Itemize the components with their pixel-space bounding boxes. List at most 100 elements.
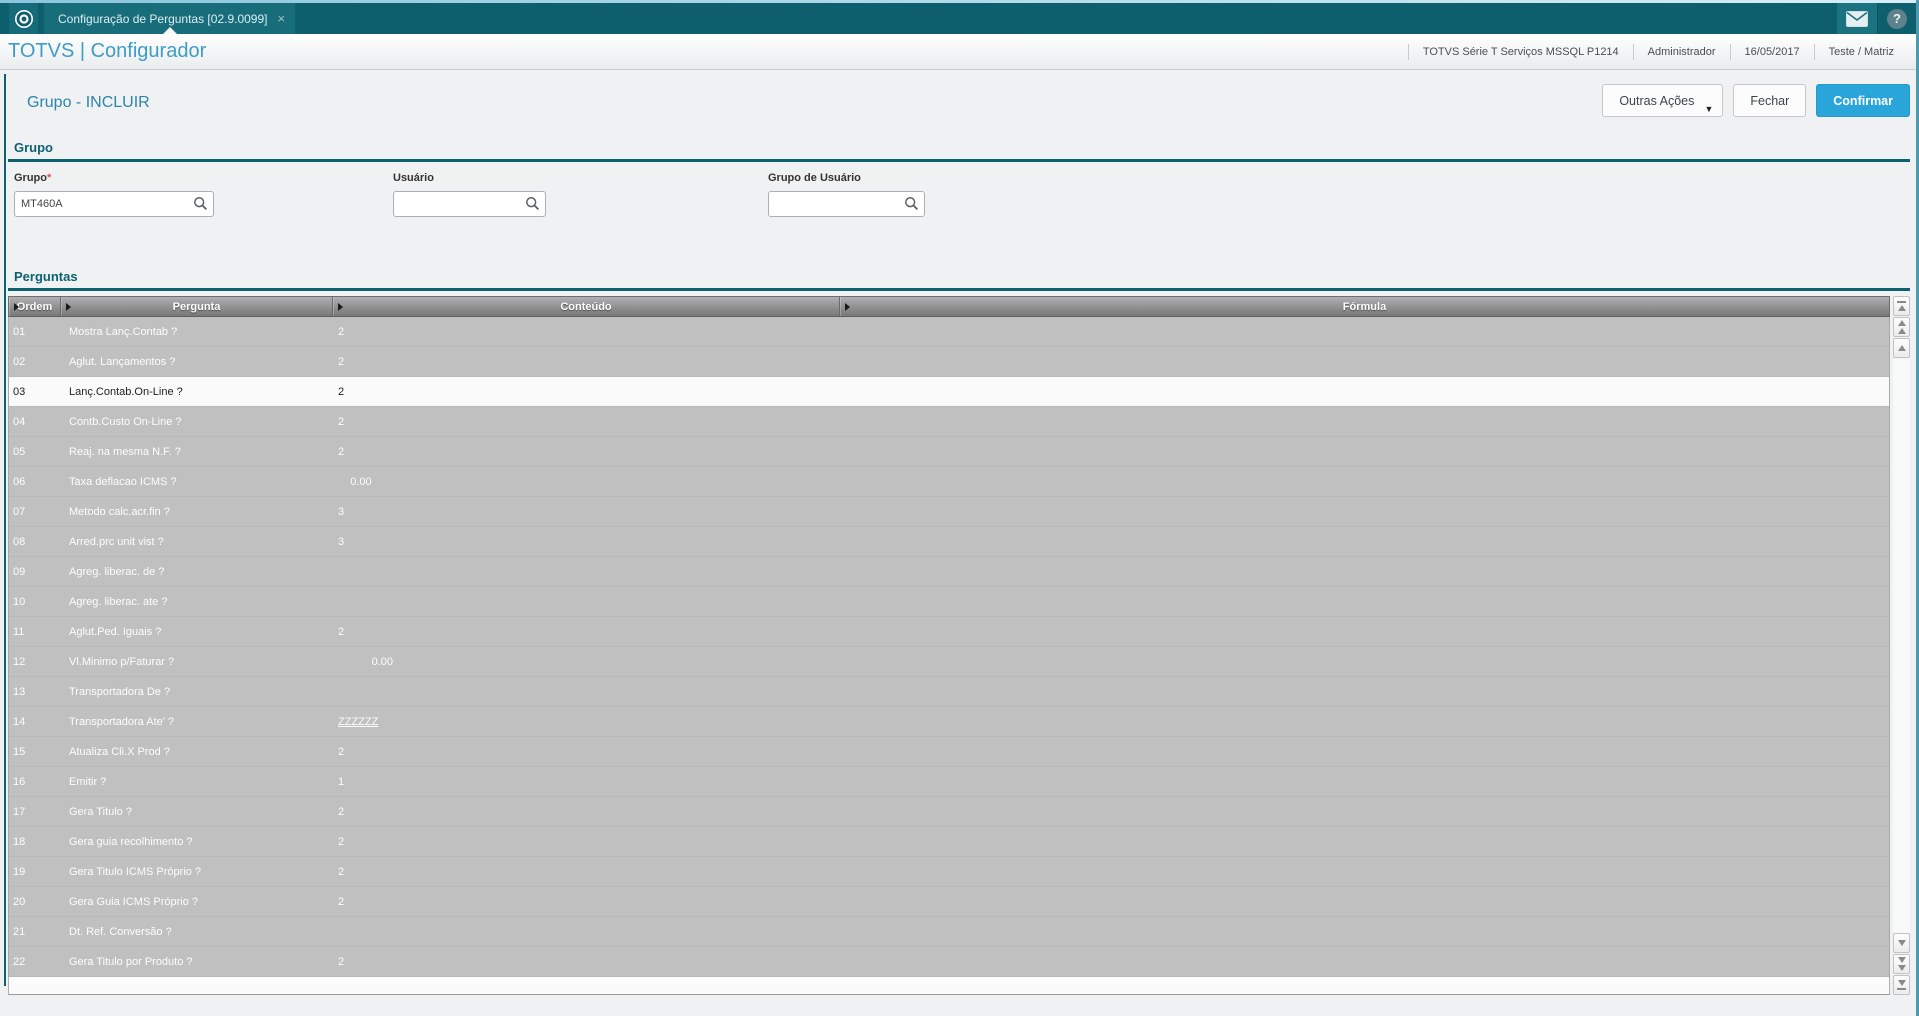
cell-conteudo: 0.00 <box>338 655 394 668</box>
caret-down-icon: ▼ <box>1704 104 1714 114</box>
help-icon: ? <box>1887 8 1907 29</box>
mail-button[interactable] <box>1837 3 1878 34</box>
cell-ordem: 06 <box>13 475 26 488</box>
cell-conteudo: ZZZZZZ <box>338 715 379 728</box>
grupo-usuario-input[interactable] <box>768 191 925 217</box>
cell-ordem: 13 <box>13 685 26 698</box>
table-row[interactable]: 08 Arred.prc unit vist ? 3 <box>9 527 1889 557</box>
column-arrow-icon <box>338 303 343 311</box>
cell-conteudo: 2 <box>338 805 345 818</box>
column-header-pergunta[interactable]: Pergunta <box>61 297 333 316</box>
table-row[interactable]: 07 Metodo calc.acr.fin ? 3 <box>9 497 1889 527</box>
scroll-top-icon <box>1897 301 1906 303</box>
environment-name: TOTVS Série T Serviços MSSQL P1214 <box>1407 43 1633 60</box>
field-usuario: Usuário <box>393 172 546 217</box>
table-row[interactable]: 22 Gera Titulo por Produto ? 2 <box>9 947 1889 977</box>
required-asterisk: * <box>47 172 52 184</box>
other-actions-button[interactable]: Outras Ações ▼ <box>1602 84 1724 117</box>
cell-ordem: 15 <box>13 745 26 758</box>
cell-ordem: 10 <box>13 595 26 608</box>
cell-ordem: 01 <box>13 325 26 338</box>
usuario-input[interactable] <box>393 191 546 217</box>
table-row[interactable]: 06 Taxa deflacao ICMS ? 0.00 <box>9 467 1889 497</box>
cell-formula <box>840 827 1889 856</box>
perguntas-section-legend: Perguntas <box>14 269 78 284</box>
table-row[interactable]: 01 Mostra Lanç.Contab ? 2 <box>9 317 1889 347</box>
table-row[interactable]: 09 Agreg. liberac. de ? <box>9 557 1889 587</box>
cell-ordem: 14 <box>13 715 26 728</box>
search-icon[interactable] <box>904 196 919 211</box>
help-button[interactable]: ? <box>1878 3 1916 34</box>
grupo-input[interactable] <box>14 191 214 217</box>
table-row[interactable]: 14 Transportadora Ate' ? ZZZZZZ <box>9 707 1889 737</box>
cell-ordem: 19 <box>13 865 26 878</box>
cell-ordem: 16 <box>13 775 26 788</box>
cell-formula <box>840 857 1889 886</box>
line-down-button[interactable] <box>1893 933 1910 953</box>
table-row[interactable]: 04 Contb.Custo On-Line ? 2 <box>9 407 1889 437</box>
perguntas-section-divider <box>8 288 1910 291</box>
cell-conteudo: 2 <box>338 385 345 398</box>
cell-conteudo: 2 <box>338 955 345 968</box>
cell-conteudo: 2 <box>338 415 345 428</box>
scrollbar-track[interactable] <box>1893 359 1910 933</box>
search-icon[interactable] <box>525 196 540 211</box>
scroll-bottom-icon <box>1897 980 1906 986</box>
cell-ordem: 07 <box>13 505 26 518</box>
column-header-conteudo[interactable]: Conteúdo <box>333 297 840 316</box>
cell-ordem: 20 <box>13 895 26 908</box>
table-row[interactable]: 16 Emitir ? 1 <box>9 767 1889 797</box>
cell-pergunta: Metodo calc.acr.fin ? <box>69 505 170 518</box>
table-row[interactable]: 20 Gera Guia ICMS Próprio ? 2 <box>9 887 1889 917</box>
page-up-button[interactable] <box>1893 317 1910 337</box>
table-row[interactable]: 03 Lanç.Contab.On-Line ? 2 <box>9 377 1889 407</box>
cell-formula <box>840 587 1889 616</box>
table-row[interactable]: 12 Vl.Minimo p/Faturar ? 0.00 <box>9 647 1889 677</box>
cell-formula <box>840 437 1889 466</box>
line-up-icon <box>1897 345 1906 351</box>
scroll-bottom-button[interactable] <box>1893 975 1910 995</box>
grid-header: Ordem Pergunta Conteúdo Fórmula <box>8 296 1890 317</box>
cell-pergunta: Mostra Lanç.Contab ? <box>69 325 178 338</box>
table-row[interactable]: 15 Atualiza Cli.X Prod ? 2 <box>9 737 1889 767</box>
field-grupo-label: Grupo* <box>14 172 52 184</box>
cell-formula <box>840 407 1889 436</box>
cell-formula <box>840 947 1889 976</box>
table-row[interactable]: 19 Gera Titulo ICMS Próprio ? 2 <box>9 857 1889 887</box>
table-row[interactable]: 17 Gera Titulo ? 2 <box>9 797 1889 827</box>
cell-conteudo: 2 <box>338 865 345 878</box>
cell-conteudo: 2 <box>338 835 345 848</box>
page-down-button[interactable] <box>1893 954 1910 974</box>
app-window: Configuração de Perguntas [02.9.0099] × … <box>0 0 1919 1016</box>
close-icon[interactable]: × <box>277 11 285 26</box>
content-area: Grupo - INCLUIR Outras Ações ▼ Fechar Co… <box>0 70 1916 1015</box>
cell-formula <box>840 737 1889 766</box>
cell-conteudo: 2 <box>338 745 345 758</box>
table-row[interactable]: 02 Aglut. Lançamentos ? 2 <box>9 347 1889 377</box>
column-header-ordem[interactable]: Ordem <box>9 297 61 316</box>
cell-conteudo <box>333 917 840 946</box>
cell-conteudo <box>333 587 840 616</box>
table-row[interactable]: 05 Reaj. na mesma N.F. ? 2 <box>9 437 1889 467</box>
cell-pergunta: Arred.prc unit vist ? <box>69 535 164 548</box>
column-header-formula[interactable]: Fórmula <box>840 297 1889 316</box>
cell-ordem: 11 <box>13 625 25 638</box>
cell-pergunta: Atualiza Cli.X Prod ? <box>69 745 170 758</box>
table-row[interactable]: 13 Transportadora De ? <box>9 677 1889 707</box>
table-row[interactable]: 11 Aglut.Ped. Iguais ? 2 <box>9 617 1889 647</box>
table-row[interactable]: 18 Gera guia recolhimento ? 2 <box>9 827 1889 857</box>
cell-ordem: 12 <box>13 655 26 668</box>
tab-configuracao-perguntas[interactable]: Configuração de Perguntas [02.9.0099] × <box>44 3 296 34</box>
vertical-scrollbar[interactable] <box>1893 296 1910 995</box>
confirm-button[interactable]: Confirmar <box>1816 84 1910 117</box>
table-row[interactable]: 10 Agreg. liberac. ate ? <box>9 587 1889 617</box>
cell-pergunta: Dt. Ref. Conversão ? <box>69 925 172 938</box>
close-button[interactable]: Fechar <box>1733 84 1807 117</box>
table-row[interactable]: 21 Dt. Ref. Conversão ? <box>9 917 1889 947</box>
line-up-button[interactable] <box>1893 338 1910 358</box>
cell-formula <box>840 617 1889 646</box>
search-icon[interactable] <box>193 196 208 211</box>
cell-ordem: 05 <box>13 445 26 458</box>
content-left-edge <box>4 74 6 986</box>
scroll-top-button[interactable] <box>1893 296 1910 316</box>
